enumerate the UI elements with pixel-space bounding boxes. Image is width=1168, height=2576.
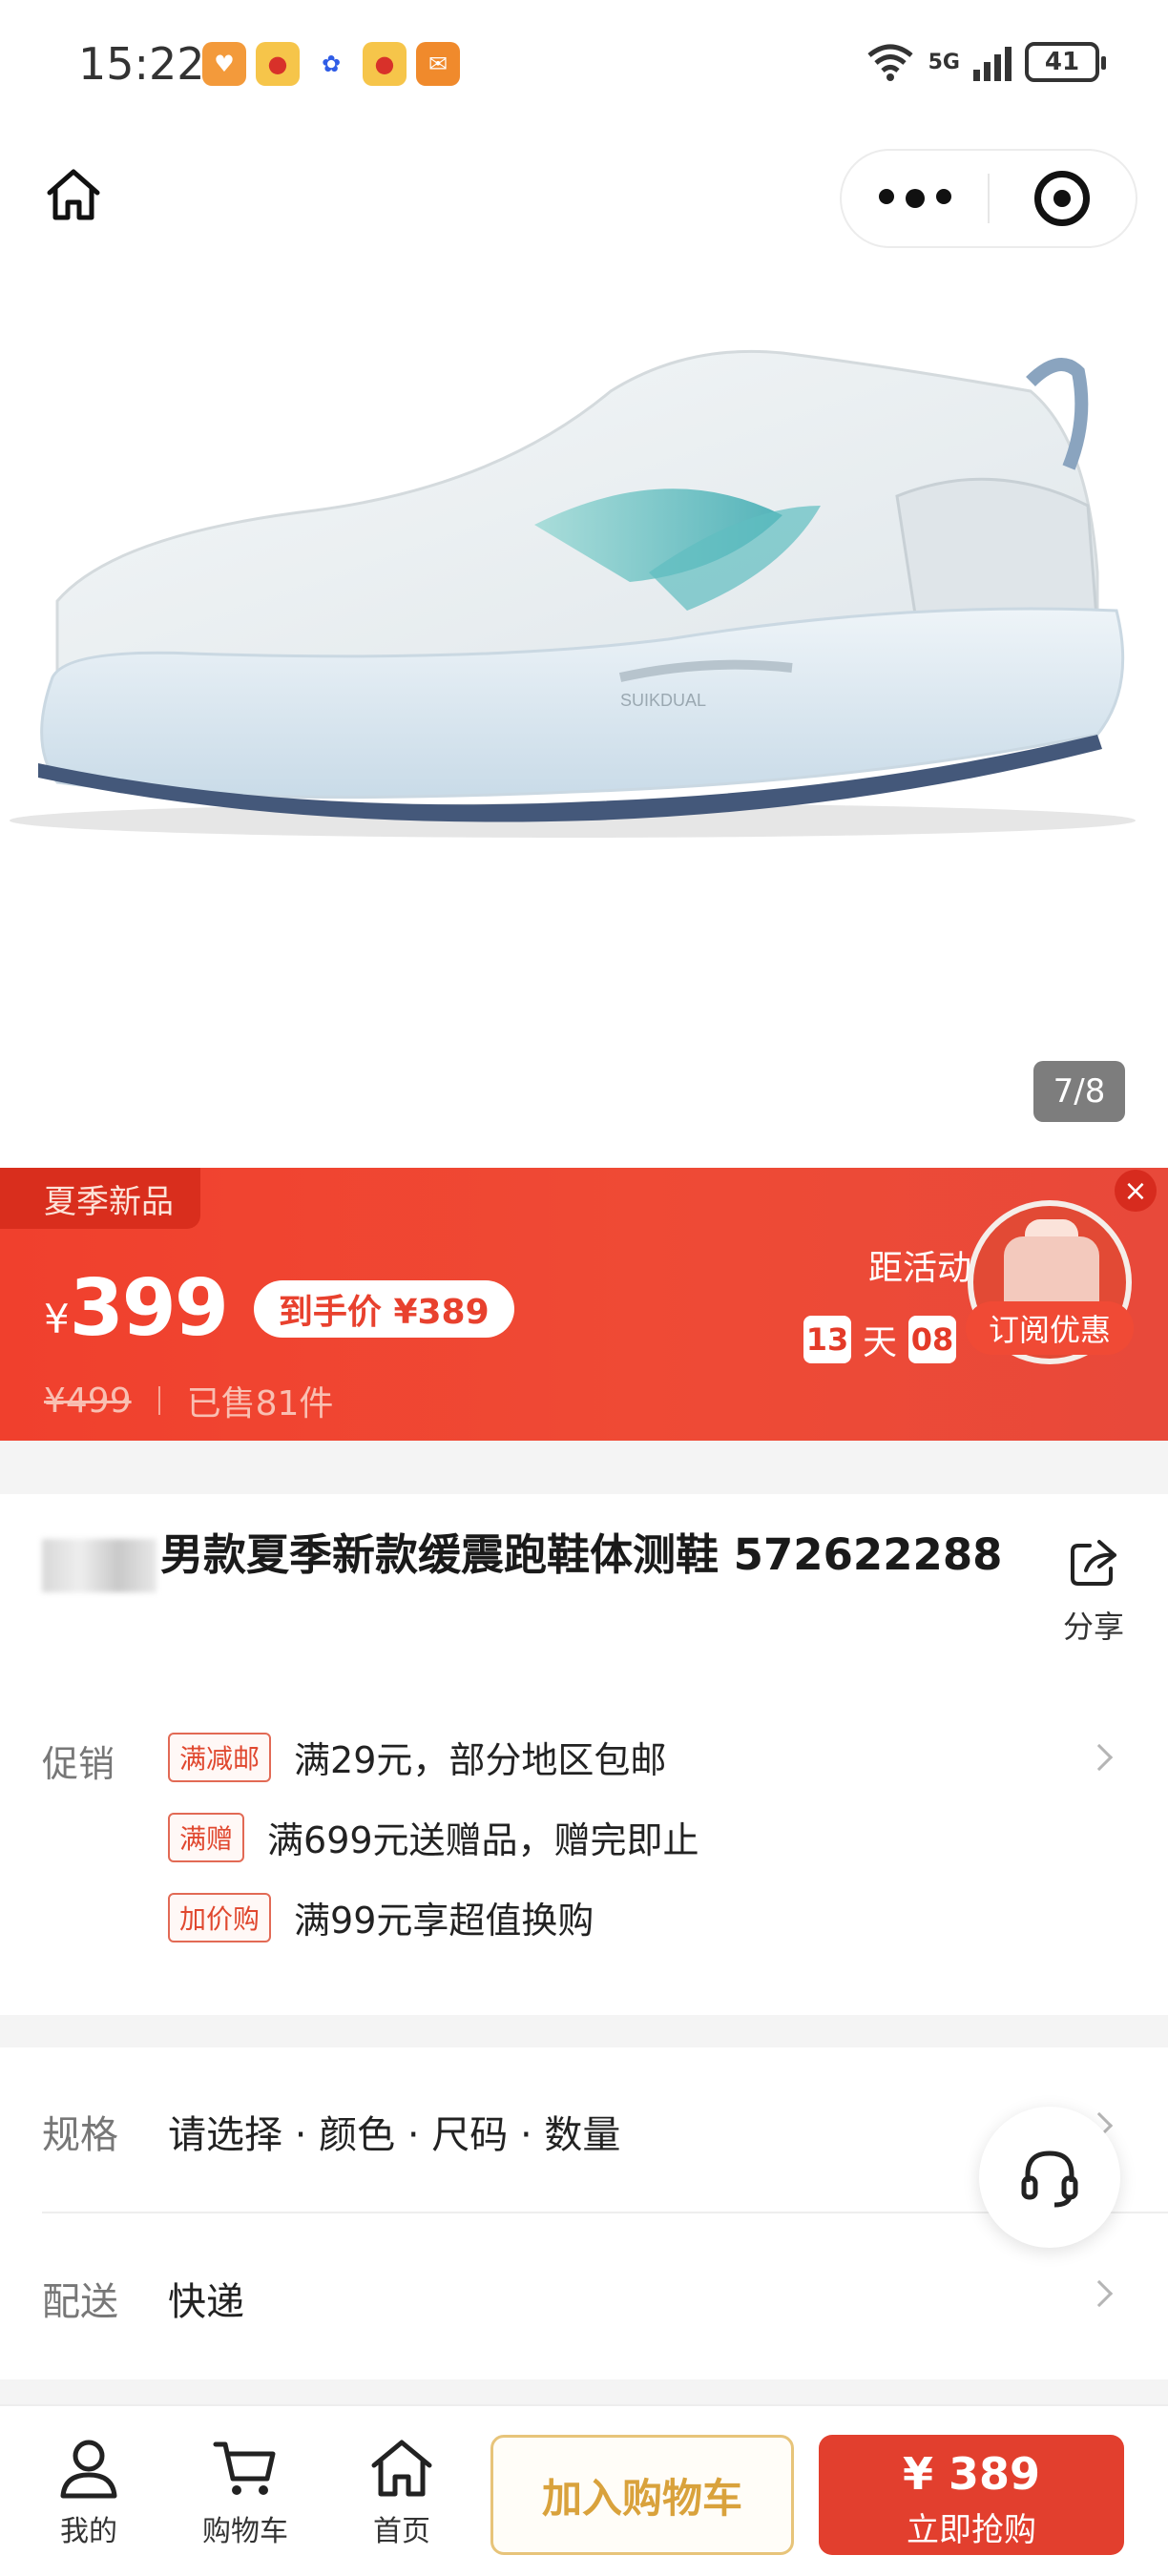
tab-label: 首页 [373, 2515, 430, 2548]
chevron-right-icon[interactable] [1085, 2279, 1114, 2308]
network-type: 5G [928, 50, 960, 74]
currency-symbol: ¥ [44, 1296, 70, 1342]
home-icon [47, 169, 100, 220]
promotion-item[interactable]: 满减邮 满29元，部分地区包邮 [168, 1731, 666, 1783]
countdown-days: 13 [803, 1316, 851, 1363]
baidu-icon: ✿ [309, 42, 353, 86]
blurred-brand [42, 1538, 156, 1592]
more-button[interactable] [842, 189, 988, 208]
chevron-right-icon[interactable] [1085, 1743, 1114, 1772]
delivery-label: 配送 [42, 2280, 118, 2324]
original-price: ¥499 [44, 1381, 132, 1421]
spec-label: 规格 [42, 2113, 118, 2157]
countdown-day-unit: 天 [863, 1323, 898, 1362]
sold-count: 已售81件 [186, 1384, 334, 1423]
status-app-icons: ♥ ● ✿ ● ✉ [202, 42, 460, 86]
bottom-action-bar: 我的 购物车 首页 加入购物车 ¥ 389 立即抢购 [0, 2404, 1168, 2576]
target-icon [1034, 171, 1091, 226]
running-shoe-image: SUIKDUAL [10, 349, 1136, 838]
more-dot-icon [935, 189, 951, 204]
price-sub-row: ¥499 已售81件 [44, 1376, 333, 1425]
buy-now-button[interactable]: ¥ 389 立即抢购 [819, 2435, 1124, 2555]
mail-app-icon: ✉ [416, 42, 460, 86]
image-counter: 7/8 [1033, 1061, 1125, 1122]
home-button[interactable] [42, 164, 105, 227]
cart-icon [213, 2441, 276, 2495]
buy-now-price: ¥ 389 [902, 2448, 1041, 2500]
countdown: 13 天 08 [803, 1315, 957, 1364]
share-button[interactable]: 分享 [1057, 1536, 1130, 1647]
tab-profile[interactable]: 我的 [36, 2437, 141, 2549]
promotions-label: 促销 [42, 1743, 115, 1785]
heart-app-icon: ♥ [202, 42, 246, 86]
mini-program-capsule [840, 149, 1137, 248]
section-gap [0, 2379, 1168, 2404]
promotion-text: 满699元送赠品，赠完即止 [267, 1819, 699, 1861]
more-dot-icon [905, 189, 925, 208]
tab-cart[interactable]: 购物车 [193, 2437, 298, 2549]
tab-label: 我的 [60, 2515, 117, 2548]
signal-icon [973, 43, 1012, 81]
price-row: ¥ 399 到手价 ¥389 [44, 1263, 514, 1354]
svg-text:SUIKDUAL: SUIKDUAL [620, 691, 706, 710]
section-gap [0, 1441, 1168, 1494]
spec-selector[interactable]: 请选择 · 颜色 · 尺码 · 数量 [168, 2104, 620, 2159]
promotion-item[interactable]: 满赠 满699元送赠品，赠完即止 [168, 1811, 699, 1863]
delivery-value[interactable]: 快递 [168, 2271, 244, 2326]
tab-home[interactable]: 首页 [349, 2437, 454, 2549]
tab-label: 购物车 [202, 2515, 288, 2548]
divider [157, 1386, 160, 1415]
battery-level: 41 [1044, 48, 1080, 76]
subscribe-button[interactable]: 订阅优惠 [966, 1301, 1134, 1355]
countdown-hours: 08 [908, 1316, 957, 1363]
product-image[interactable]: SUIKDUAL [0, 286, 1168, 1145]
promotion-badge: 加价购 [168, 1892, 272, 1942]
close-icon[interactable]: × [1115, 1170, 1157, 1212]
product-title: 男款夏季新款缓震跑鞋体测鞋 572622288 [160, 1529, 1003, 1580]
user-icon [60, 2440, 117, 2499]
status-indicators: 5G 41 [866, 42, 1106, 82]
status-time: 15:22 [78, 38, 205, 90]
final-price-badge: 到手价 ¥389 [253, 1279, 514, 1338]
more-dot-icon [878, 189, 894, 204]
headset-icon [1021, 2150, 1078, 2208]
product-title-block: 男款夏季新款缓震跑鞋体测鞋 572622288 [42, 1517, 1015, 1593]
promotion-text: 满99元享超值换购 [294, 1900, 594, 1942]
share-icon [1071, 1540, 1116, 1586]
promotion-text: 满29元，部分地区包邮 [294, 1739, 667, 1781]
countdown-label: 距活动 [868, 1249, 972, 1288]
close-miniprogram-button[interactable] [990, 171, 1136, 226]
promo-tag: 夏季新品 [0, 1168, 200, 1229]
status-bar: 15:22 ♥ ● ✿ ● ✉ 5G 41 [0, 0, 1168, 134]
promotion-badge: 满赠 [168, 1812, 245, 1862]
promotion-badge: 满减邮 [168, 1732, 272, 1782]
buy-now-label: 立即抢购 [907, 2511, 1036, 2549]
home-icon [371, 2440, 432, 2497]
customer-service-button[interactable] [979, 2107, 1120, 2248]
current-price: 399 [69, 1263, 229, 1354]
add-to-cart-button[interactable]: 加入购物车 [490, 2435, 794, 2555]
weibo-icon: ● [363, 42, 407, 86]
section-gap [0, 2015, 1168, 2047]
wifi-icon [867, 44, 913, 81]
battery-icon: 41 [1025, 42, 1106, 82]
share-label: 分享 [1062, 1609, 1124, 1645]
weibo-icon: ● [256, 42, 300, 86]
promotion-item[interactable]: 加价购 满99元享超值换购 [168, 1891, 594, 1943]
